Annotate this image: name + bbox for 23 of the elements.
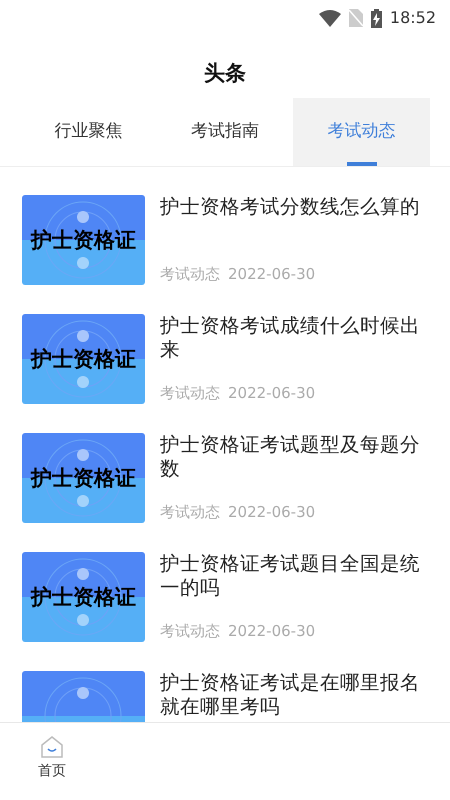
article-category: 考试动态: [160, 264, 220, 284]
article-category: 考试动态: [160, 382, 220, 404]
article-title[interactable]: 护士资格证考试是在哪里报名就在哪里考吗: [160, 671, 428, 719]
article-date: 2022-06-30: [228, 264, 316, 284]
home-icon: [40, 735, 64, 759]
nav-item[interactable]: 首页: [30, 723, 74, 800]
article-date: 2022-06-30: [228, 382, 316, 404]
page-title: 头条: [203, 60, 247, 87]
article-title[interactable]: 护士资格考试分数线怎么算的: [160, 195, 428, 219]
article-category: 考试动态: [160, 502, 220, 522]
tab[interactable]: 考试指南: [156, 98, 294, 166]
tab[interactable]: 考试动态: [293, 98, 430, 166]
clock-time: 18:52: [390, 7, 436, 29]
article-date: 2022-06-30: [228, 502, 316, 522]
no-sim-icon: [348, 9, 363, 27]
article-category: 考试动态: [160, 620, 220, 642]
tab[interactable]: 行业聚焦: [20, 98, 157, 166]
article-date: 2022-06-30: [228, 620, 316, 642]
battery-charging-icon: [370, 8, 382, 28]
wifi-icon: [318, 10, 341, 26]
article-title[interactable]: 护士资格考试成绩什么时候出来: [160, 314, 428, 362]
article-title[interactable]: 护士资格证考试题型及每题分数: [160, 433, 428, 481]
article-title[interactable]: 护士资格证考试题目全国是统一的吗: [160, 552, 428, 600]
